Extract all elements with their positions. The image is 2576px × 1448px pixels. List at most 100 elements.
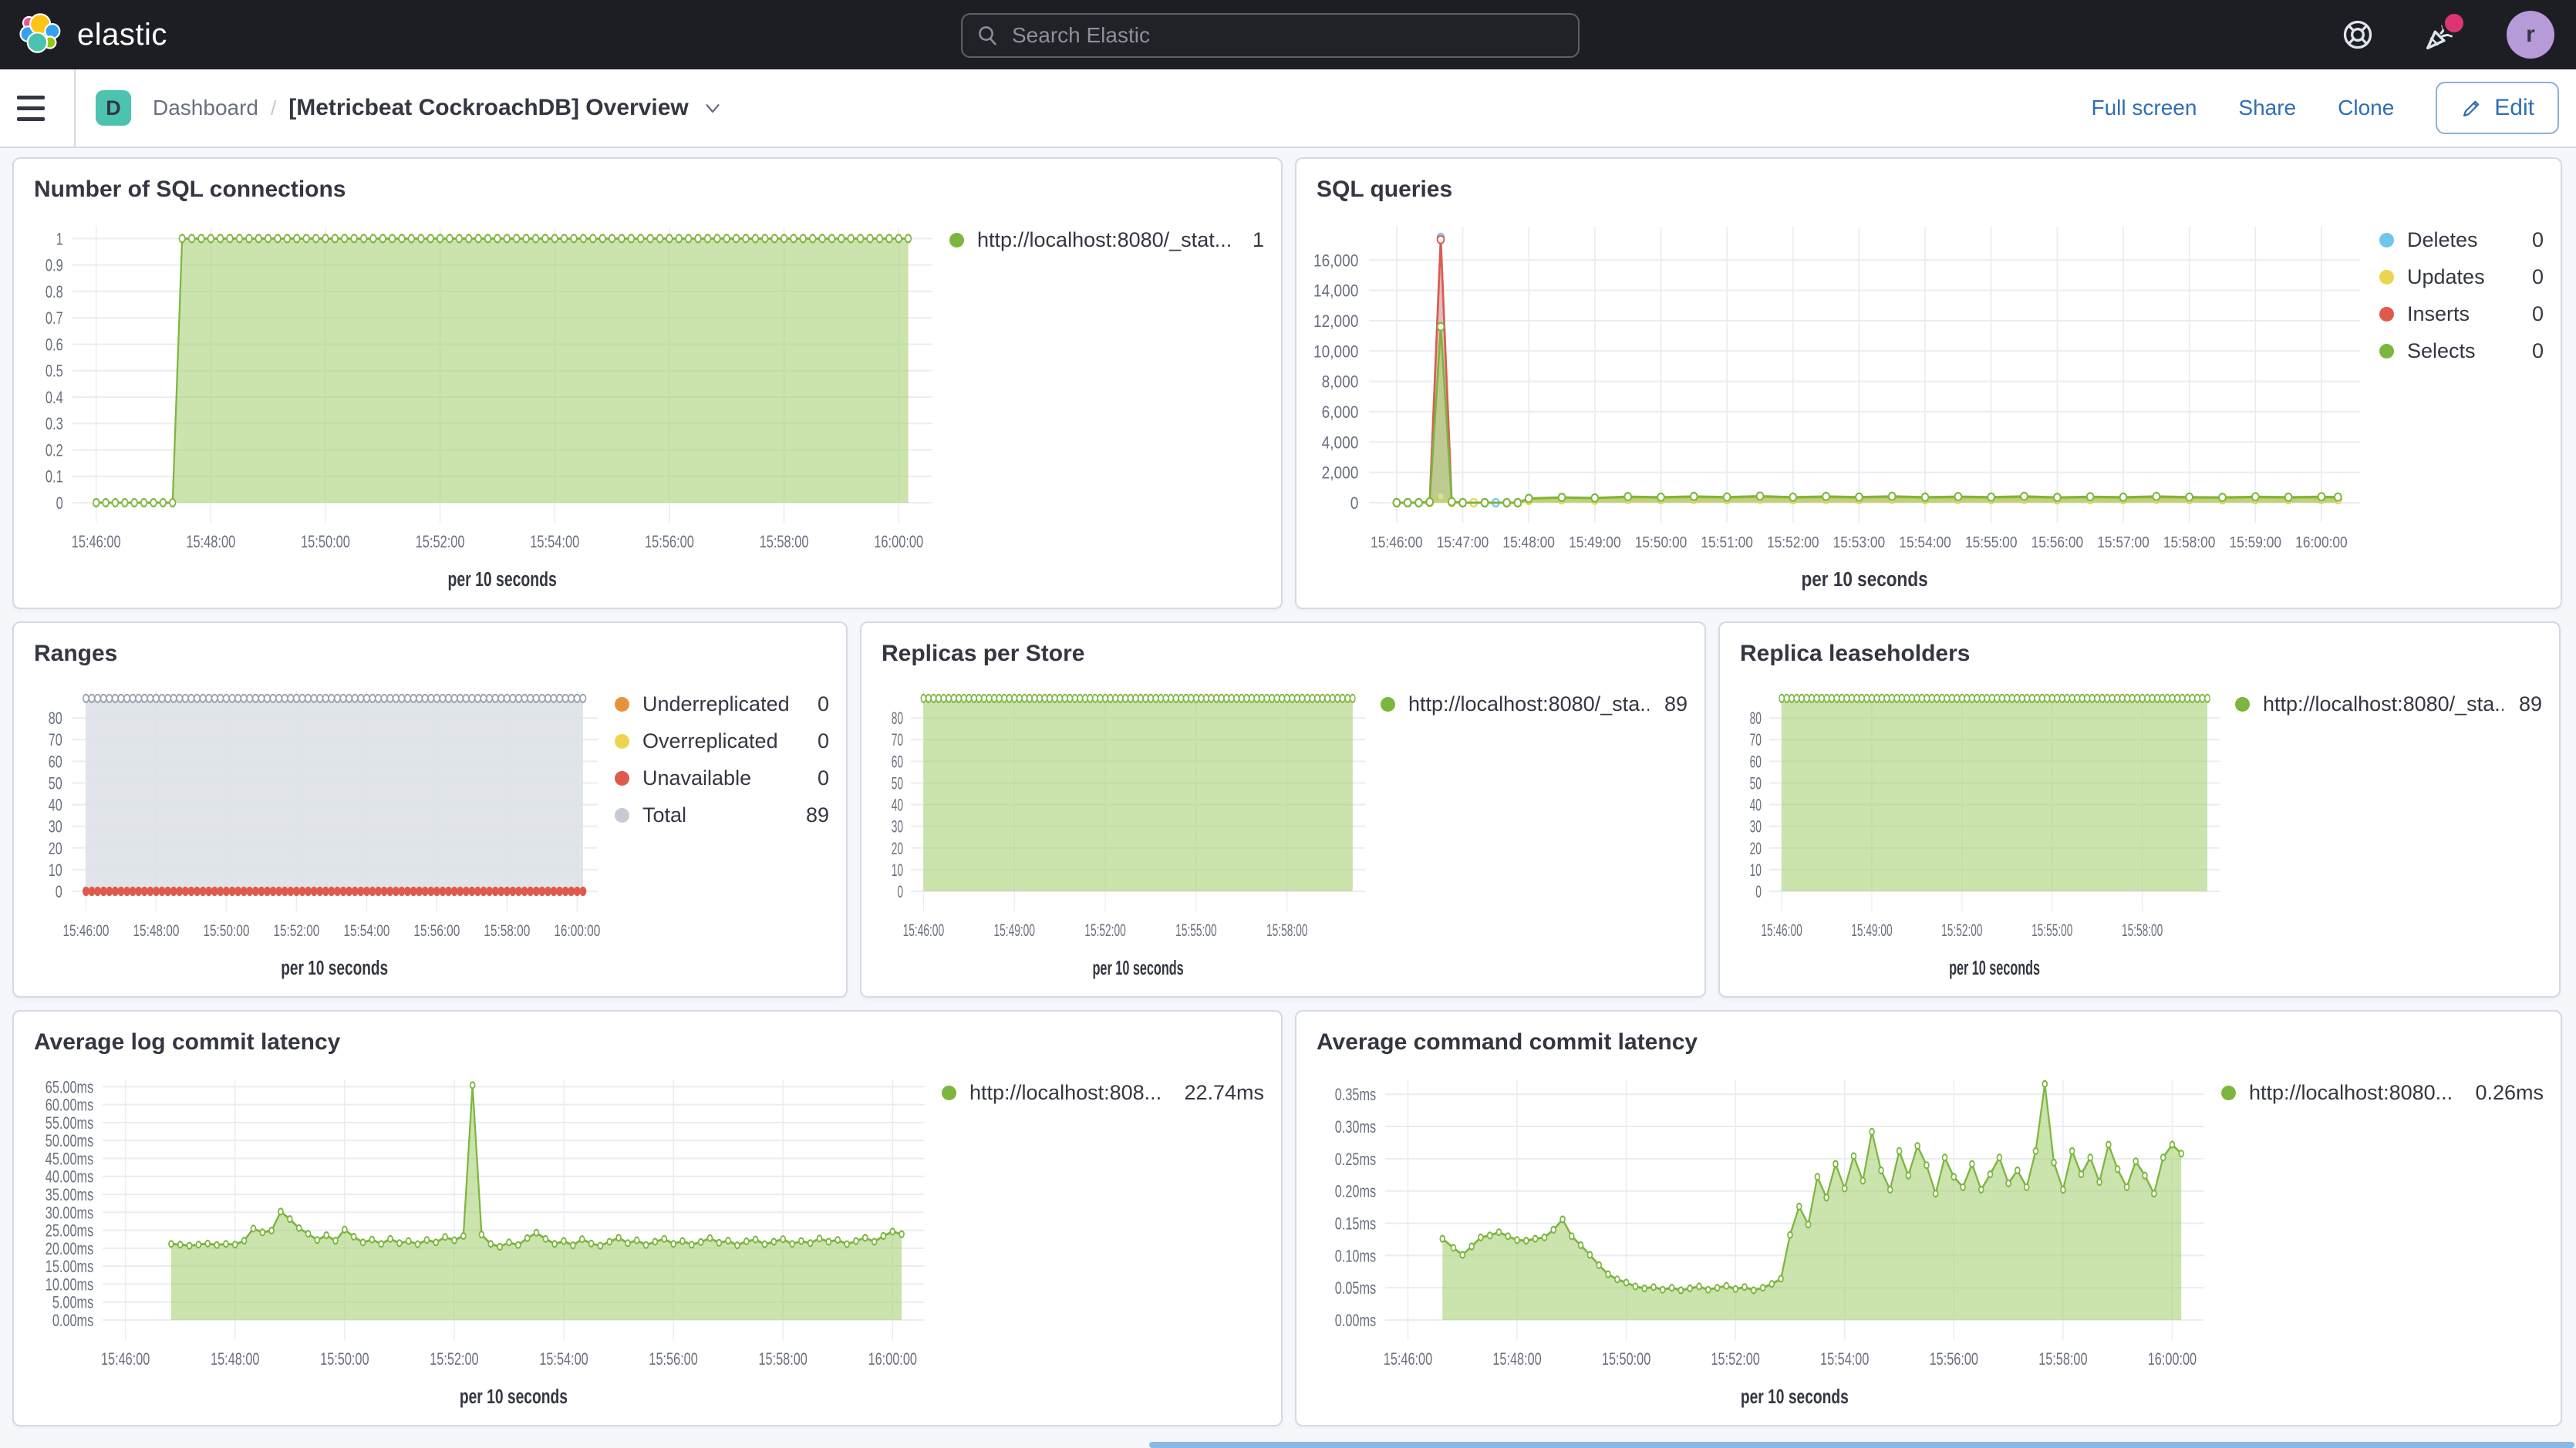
svg-text:15:46:00: 15:46:00 [1371,534,1423,551]
title-chevron-down-icon[interactable] [701,96,724,120]
legend-value: 22.74ms [1184,1081,1264,1105]
svg-text:50: 50 [1750,773,1762,793]
svg-text:15:48:00: 15:48:00 [186,533,235,552]
svg-text:15:49:00: 15:49:00 [1569,534,1621,551]
help-icon[interactable] [2340,17,2375,52]
svg-text:1: 1 [56,230,63,249]
svg-text:15:49:00: 15:49:00 [1851,921,1892,940]
legend-swatch [949,233,964,248]
svg-text:15:50:00: 15:50:00 [1635,534,1688,551]
svg-text:15:53:00: 15:53:00 [1833,534,1886,551]
legend-item[interactable]: http://localhost:8080/_sta...89 [2235,692,2542,716]
legend-value: 1 [1253,228,1264,252]
svg-text:8,000: 8,000 [1322,372,1359,392]
legend-item[interactable]: http://localhost:808...22.74ms [942,1081,1264,1105]
svg-text:0.8: 0.8 [46,283,63,302]
svg-text:0.6: 0.6 [46,335,63,355]
svg-text:15:54:00: 15:54:00 [539,1350,588,1369]
search-input[interactable] [1010,22,1564,49]
legend: http://localhost:8080...0.26ms [2217,1062,2556,1422]
chart-sql-connections[interactable]: 00.10.20.30.40.50.60.70.80.9115:46:0015:… [17,210,945,604]
clone-button[interactable]: Clone [2338,96,2394,120]
newsfeed-icon[interactable] [2423,17,2459,52]
full-screen-button[interactable]: Full screen [2091,96,2197,120]
dashboard-badge[interactable]: D [96,90,131,126]
chart-avg-command-commit-latency[interactable]: 0.00ms0.05ms0.10ms0.15ms0.20ms0.25ms0.30… [1300,1062,2217,1422]
user-avatar[interactable]: r [2507,11,2554,59]
panel-title[interactable]: Replicas per Store [861,623,1704,674]
legend-swatch [1381,697,1395,712]
panel-title[interactable]: Number of SQL connections [14,159,1281,210]
legend-swatch [2379,307,2394,322]
svg-text:15:52:00: 15:52:00 [416,533,465,552]
svg-text:0.30ms: 0.30ms [1335,1118,1376,1137]
panel-title[interactable]: Replica leaseholders [1720,623,2559,674]
svg-text:0.10ms: 0.10ms [1335,1247,1376,1266]
svg-text:16:00:00: 16:00:00 [868,1350,917,1369]
svg-text:0.05ms: 0.05ms [1335,1279,1376,1298]
svg-text:80: 80 [1750,709,1762,728]
svg-text:15:50:00: 15:50:00 [320,1350,369,1369]
chart-replicas-per-store[interactable]: 0102030405060708015:46:0015:49:0015:52:0… [865,674,1376,993]
legend-item[interactable]: http://localhost:8080...0.26ms [2221,1081,2544,1105]
svg-text:15:54:00: 15:54:00 [1820,1350,1869,1369]
svg-text:0.35ms: 0.35ms [1335,1086,1376,1105]
legend-item[interactable]: http://localhost:8080/_sta...89 [1381,692,1688,716]
legend-swatch [942,1086,956,1100]
global-search[interactable] [961,13,1580,58]
svg-text:0.15ms: 0.15ms [1335,1214,1376,1234]
svg-text:60: 60 [1750,752,1762,771]
svg-text:15:57:00: 15:57:00 [2097,534,2149,551]
legend-item[interactable]: Inserts0 [2379,302,2544,326]
legend-item[interactable]: Updates0 [2379,265,2544,289]
search-icon [976,24,1000,47]
panel-title[interactable]: Average log commit latency [14,1012,1281,1062]
svg-text:16,000: 16,000 [1313,251,1358,271]
svg-text:15:56:00: 15:56:00 [649,1350,697,1369]
svg-text:30: 30 [892,817,903,836]
panel-avg-command-commit-latency: Average command commit latency 0.00ms 0.0… [1295,1010,2562,1426]
share-button[interactable]: Share [2238,96,2296,120]
svg-text:per 10 seconds: per 10 seconds [447,567,556,590]
legend-value: 0 [2532,228,2544,252]
horizontal-scrollbar[interactable] [1149,1442,2574,1448]
svg-text:15:52:00: 15:52:00 [430,1350,478,1369]
svg-text:15:58:00: 15:58:00 [1266,921,1307,940]
svg-text:80: 80 [892,709,903,728]
legend-label: http://localhost:8080/_stat... [977,228,1237,252]
legend-value: 0 [818,692,829,716]
legend-item[interactable]: Deletes0 [2379,228,2544,252]
legend: http://localhost:8080/_sta...89 [2230,674,2554,993]
svg-text:40.00ms: 40.00ms [46,1167,93,1187]
legend-label: Underreplicated [642,692,802,716]
panel-title[interactable]: SQL queries [1296,159,2561,210]
legend-item[interactable]: http://localhost:8080/_stat... 1 [949,228,1264,252]
legend-item[interactable]: Unavailable0 [615,766,829,790]
svg-text:20.00ms: 20.00ms [46,1240,93,1259]
breadcrumb-dashboard[interactable]: Dashboard [153,96,258,120]
panel-title[interactable]: Ranges [14,623,846,674]
legend-label: Updates [2407,265,2517,289]
edit-button[interactable]: Edit [2436,82,2559,134]
chart-sql-queries[interactable]: 02,0004,0006,0008,00010,00012,00014,0001… [1300,210,2375,604]
legend-item[interactable]: Overreplicated0 [615,729,829,753]
chart-ranges[interactable]: 0102030405060708015:46:0015:48:0015:50:0… [17,674,610,993]
chart-replica-leaseholders[interactable]: 0102030405060708015:46:0015:49:0015:52:0… [1723,674,2230,993]
legend-item[interactable]: Selects0 [2379,339,2544,363]
legend-item[interactable]: Total89 [615,803,829,827]
svg-text:per 10 seconds: per 10 seconds [1949,956,2040,979]
svg-text:15:48:00: 15:48:00 [1492,1350,1541,1369]
svg-text:0: 0 [897,882,903,901]
svg-text:50.00ms: 50.00ms [46,1132,93,1151]
legend-item[interactable]: Underreplicated 0 [615,692,829,716]
legend-value: 0 [818,729,829,753]
svg-text:15:50:00: 15:50:00 [203,921,249,940]
elastic-logo-wrap[interactable]: elastic [0,12,167,57]
hamburger-menu-icon[interactable] [17,85,60,131]
svg-text:0.00ms: 0.00ms [1335,1312,1376,1331]
svg-text:45.00ms: 45.00ms [46,1150,93,1169]
chart-avg-log-commit-latency[interactable]: 0.00ms5.00ms10.00ms15.00ms20.00ms25.00ms… [17,1062,937,1422]
panel-title[interactable]: Average command commit latency [1296,1012,2561,1062]
legend-value: 0.26ms [2475,1081,2544,1105]
svg-text:15:48:00: 15:48:00 [211,1350,259,1369]
